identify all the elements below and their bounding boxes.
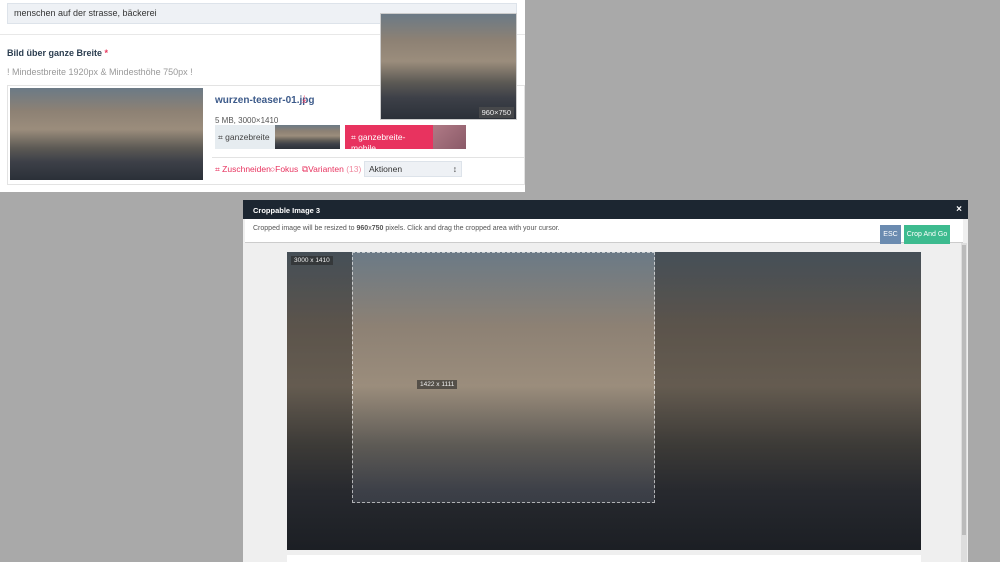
field-label-text: Bild über ganze Breite xyxy=(7,48,103,58)
file-meta: 5 MB, 3000×1410 xyxy=(215,116,279,125)
crop-shade xyxy=(287,252,352,503)
field-label: Bild über ganze Breite * xyxy=(7,48,108,58)
scrollbar-thumb[interactable] xyxy=(962,245,966,535)
actions-select[interactable]: Aktionen ↕ xyxy=(364,161,462,177)
variant-thumbnail xyxy=(433,125,466,149)
field-hint: ! Mindestbreite 1920px & Mindesthöhe 750… xyxy=(7,67,193,77)
modal-footer xyxy=(287,555,921,562)
image-thumbnail[interactable] xyxy=(10,88,203,180)
variants-count: (13) xyxy=(346,164,362,174)
scrollbar[interactable] xyxy=(961,243,967,562)
crop-info: Cropped image will be resized to 960x750… xyxy=(245,219,963,243)
crop-icon: ⌗ xyxy=(218,132,223,142)
variant-ganzebreite[interactable]: ⌗ ganzebreite xyxy=(215,125,340,149)
divider xyxy=(212,157,525,158)
info-text: pixels. Click and drag the cropped area … xyxy=(383,225,560,232)
crop-shade xyxy=(655,252,921,550)
variants-label: Varianten xyxy=(308,164,344,174)
crop-label: Zuschneiden xyxy=(222,164,271,174)
variant-ganzebreite-mobile[interactable]: ⌗ ganzebreite-mobile xyxy=(345,125,466,153)
focus-action[interactable]: ○Fokus xyxy=(270,164,298,174)
target-height: 750 xyxy=(371,225,384,232)
required-mark: * xyxy=(104,48,109,58)
crop-selection[interactable] xyxy=(352,252,655,503)
file-name-link[interactable]: wurzen-teaser-01.jpg xyxy=(215,95,314,106)
close-icon[interactable]: × xyxy=(956,204,962,215)
modal-title: Croppable Image 3 xyxy=(243,200,968,219)
crop-shade xyxy=(287,503,655,550)
esc-button[interactable]: ESC xyxy=(880,225,901,244)
image-size-label: 3000 x 1410 xyxy=(291,256,333,265)
crop-icon: ⌗ xyxy=(351,132,356,142)
crop-and-go-button[interactable]: Crop And Go xyxy=(904,225,950,244)
preview-size: 960×750 xyxy=(478,107,514,118)
crop-size-label: 1422 x 1111 xyxy=(417,380,458,389)
target-width: 960 xyxy=(356,225,369,232)
crop-modal: Croppable Image 3 × Cropped image will b… xyxy=(243,200,968,562)
variant-thumbnail xyxy=(275,125,340,149)
info-text: Cropped image will be resized to xyxy=(253,225,357,232)
variants-action[interactable]: ⧉Varianten (13) xyxy=(302,164,361,175)
select-value: Aktionen xyxy=(369,164,403,174)
chevron-updown-icon: ↕ xyxy=(452,164,457,174)
focus-label: Fokus xyxy=(275,164,299,174)
variant-label: ganzebreite xyxy=(225,132,270,142)
image-field-panel: menschen auf der strasse, bäckerei Bild … xyxy=(0,0,525,192)
crop-icon: ⌗ xyxy=(215,164,220,174)
variant-preview-popup: 960×750 xyxy=(380,13,517,120)
download-icon[interactable]: ⤓ xyxy=(302,94,306,105)
crop-action[interactable]: ⌗ Zuschneiden xyxy=(215,164,271,175)
crop-image[interactable]: 3000 x 1410 1422 x 1111 xyxy=(287,252,921,550)
